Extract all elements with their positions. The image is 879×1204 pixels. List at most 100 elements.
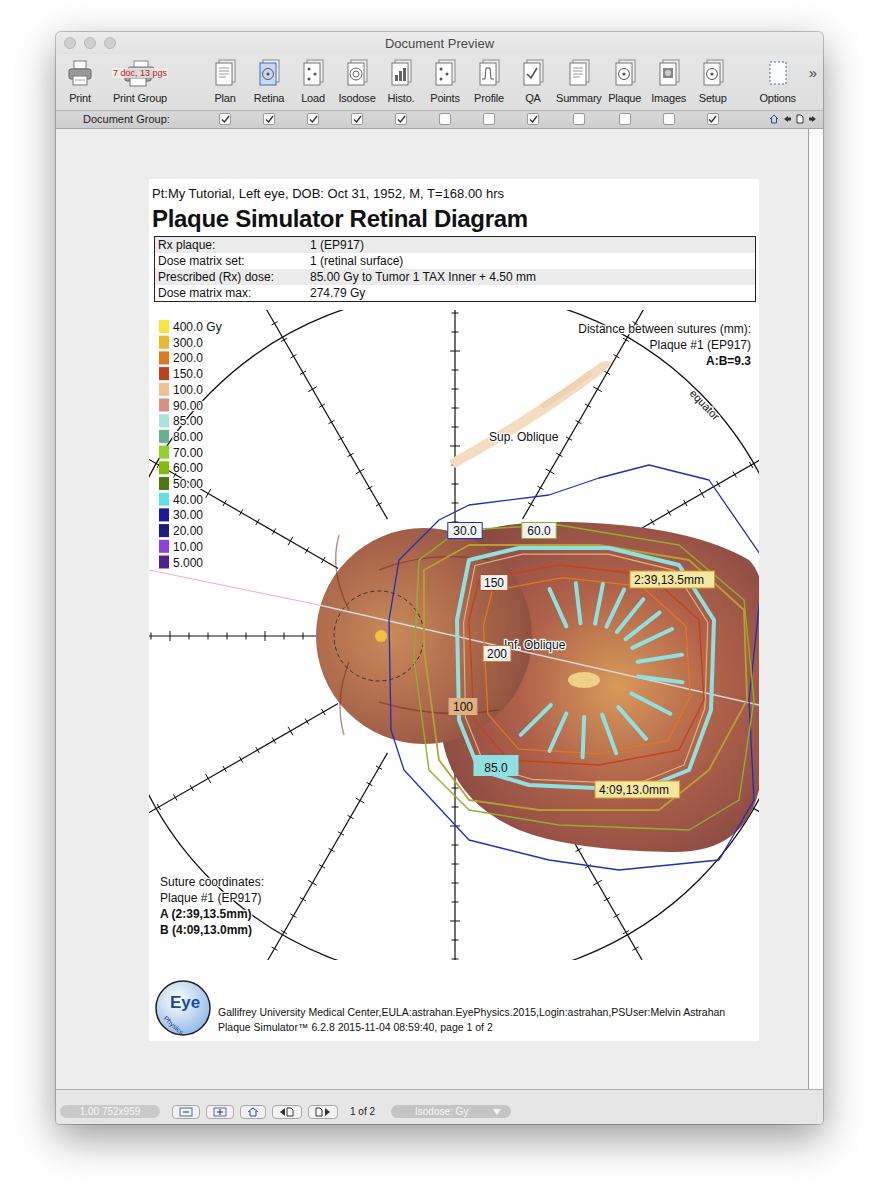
next-page-icon[interactable] — [808, 114, 818, 124]
document-type-label: Isodose — [338, 92, 375, 104]
retinal-diagram: Inf. ObliqueSup. Obliqueequator30.060.08… — [149, 310, 759, 960]
document-type-button[interactable]: Plaque — [603, 54, 647, 110]
isodose-contour — [457, 548, 714, 790]
toolbar-column: Points — [423, 54, 467, 128]
eye-physics-logo: EyePhysics — [154, 979, 212, 1037]
document-type-button[interactable]: QA — [511, 54, 555, 110]
group-checkbox[interactable] — [663, 113, 675, 125]
document-type-button[interactable]: Histo. — [379, 54, 423, 110]
document-type-button[interactable]: Plan — [203, 54, 247, 110]
page-count: 1 of 2 — [350, 1106, 375, 1117]
document-type-button[interactable]: Retina — [247, 54, 291, 110]
next-page-button[interactable] — [308, 1105, 338, 1119]
svg-text:60.00: 60.00 — [173, 461, 203, 475]
group-checkbox[interactable] — [707, 113, 719, 125]
group-checkbox-cell — [335, 110, 379, 128]
scrollbar[interactable] — [808, 129, 823, 1089]
group-checkbox-cell — [291, 110, 335, 128]
document-type-button[interactable]: Isodose — [335, 54, 379, 110]
legend-item: 60.00 — [159, 461, 203, 475]
options-page-icon — [766, 59, 790, 87]
group-checkbox[interactable] — [619, 113, 631, 125]
zoom-button[interactable] — [104, 37, 116, 49]
group-checkbox[interactable] — [527, 113, 539, 125]
footer-line: Plaque Simulator™ 6.2.8 2015-11-04 08:59… — [218, 1020, 725, 1035]
toolbar-column: QA — [511, 54, 555, 128]
svg-text:60.0: 60.0 — [527, 524, 551, 538]
legend-item: 5.000 — [159, 556, 203, 570]
screen: Document Preview Print 7 doc, 13 pgsPrint … — [0, 0, 879, 1204]
svg-text:5.000: 5.000 — [173, 556, 203, 570]
status-bar: 1.00 752x959 1 of 2 Isodose: Gy — [56, 1089, 823, 1124]
toolbar-column: Load — [291, 54, 335, 128]
document-type-label: Summary — [556, 92, 602, 104]
close-button[interactable] — [64, 37, 76, 49]
group-checkbox[interactable] — [307, 113, 319, 125]
document-type-button[interactable]: Summary — [555, 54, 603, 110]
polar-grid — [149, 310, 759, 960]
group-checkbox-cell — [423, 110, 467, 128]
zoom-out-button[interactable] — [172, 1105, 200, 1119]
group-checkbox[interactable] — [263, 113, 275, 125]
isodose-tag: 200 — [483, 646, 511, 662]
legend-item: 80.00 — [159, 430, 203, 444]
fundus-photo — [316, 522, 759, 852]
legend-item: 200.0 — [159, 351, 203, 365]
zoom-readout: 1.00 752x959 — [60, 1105, 160, 1118]
group-checkbox[interactable] — [483, 113, 495, 125]
document-page: Pt:My Tutorial, Left eye, DOB: Oct 31, 1… — [149, 179, 759, 1041]
group-checkbox[interactable] — [573, 113, 585, 125]
group-checkbox-cell — [247, 110, 291, 128]
print-button[interactable]: Print — [58, 54, 102, 110]
document-type-button[interactable]: Setup — [691, 54, 735, 110]
group-checkbox[interactable] — [439, 113, 451, 125]
options-label: Options — [759, 92, 796, 104]
title-bar[interactable]: Document Preview — [56, 32, 823, 54]
units-dropdown[interactable]: Isodose: Gy — [391, 1105, 511, 1118]
toolbar-overflow-button[interactable]: » — [803, 54, 819, 81]
print-label: Print — [69, 92, 91, 104]
document-type-icon — [212, 59, 238, 87]
zoom-in-icon — [213, 1107, 227, 1117]
svg-text:40.00: 40.00 — [173, 493, 203, 507]
toolbar-column: Histo. — [379, 54, 423, 128]
document-type-button[interactable]: Profile — [467, 54, 511, 110]
toolbar-column: Images — [647, 54, 691, 128]
document-type-button[interactable]: Points — [423, 54, 467, 110]
previous-page-button[interactable] — [272, 1105, 302, 1119]
legend-item: 50.00 — [159, 477, 203, 491]
options-button[interactable]: Options — [753, 54, 803, 110]
suture-marks — [521, 583, 683, 757]
document-type-button[interactable]: Load — [291, 54, 335, 110]
print-group-button[interactable]: 7 doc, 13 pgsPrint Group — [104, 54, 176, 110]
minimize-button[interactable] — [84, 37, 96, 49]
group-checkbox[interactable] — [395, 113, 407, 125]
toolbar-column: Profile — [467, 54, 511, 128]
legend-item: 40.00 — [159, 493, 203, 507]
svg-text:100.0: 100.0 — [173, 383, 203, 397]
toolbar-column: Setup — [691, 54, 735, 128]
home-icon[interactable] — [769, 114, 779, 124]
document-icon[interactable] — [795, 114, 805, 124]
home-button[interactable] — [240, 1105, 266, 1119]
window-title: Document Preview — [116, 36, 763, 51]
zoom-in-button[interactable] — [206, 1105, 234, 1119]
svg-text:20.00: 20.00 — [173, 524, 203, 538]
window-controls — [56, 37, 116, 49]
document-type-label: Profile — [474, 92, 504, 104]
svg-text:90.00: 90.00 — [173, 399, 203, 413]
toolbar-left: Print 7 doc, 13 pgsPrint GroupDocument Gr… — [56, 54, 203, 128]
previous-page-icon[interactable] — [782, 114, 792, 124]
dose-legend: 400.0 Gy300.0200.0150.0100.090.0085.0080… — [159, 320, 222, 570]
document-type-button[interactable]: Images — [647, 54, 691, 110]
document-group-label: Document Group: — [56, 110, 203, 128]
units-dropdown-value: Isodose: Gy — [415, 1106, 468, 1117]
group-checkbox[interactable] — [351, 113, 363, 125]
print-group-badge: 7 doc, 13 pgs — [112, 68, 168, 78]
group-checkbox-cell — [467, 110, 511, 128]
group-checkbox-cell — [379, 110, 423, 128]
isodose-contour — [389, 465, 759, 870]
group-checkbox[interactable] — [219, 113, 231, 125]
suture-tag: 2:39,13.5mm — [630, 571, 715, 588]
group-checkbox-cell — [555, 110, 603, 128]
